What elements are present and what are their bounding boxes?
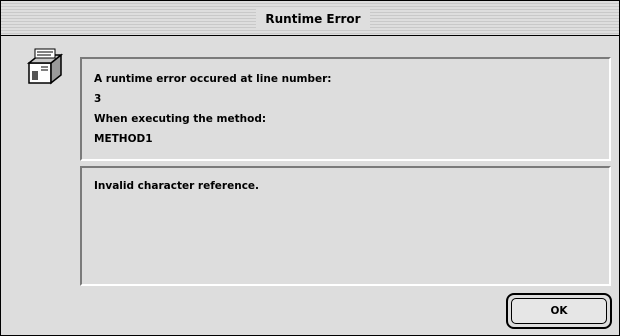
runtime-error-dialog: Runtime Error A runtime error occured at… [0, 0, 620, 336]
error-detail-text: Invalid character reference. [94, 180, 260, 192]
error-detail-panel: Invalid character reference. [80, 166, 611, 286]
error-intro-text: A runtime error occured at line number: [94, 73, 332, 85]
error-line-number: 3 [94, 93, 102, 105]
title-bar[interactable]: Runtime Error [1, 1, 619, 36]
ok-button[interactable]: OK [506, 293, 612, 329]
runtime-error-icon [23, 45, 67, 89]
window-title: Runtime Error [256, 9, 370, 28]
method-intro-text: When executing the method: [94, 113, 267, 125]
error-message-panel: A runtime error occured at line number: … [80, 57, 611, 161]
method-name: METHOD1 [94, 133, 153, 145]
ok-button-label: OK [511, 298, 607, 324]
